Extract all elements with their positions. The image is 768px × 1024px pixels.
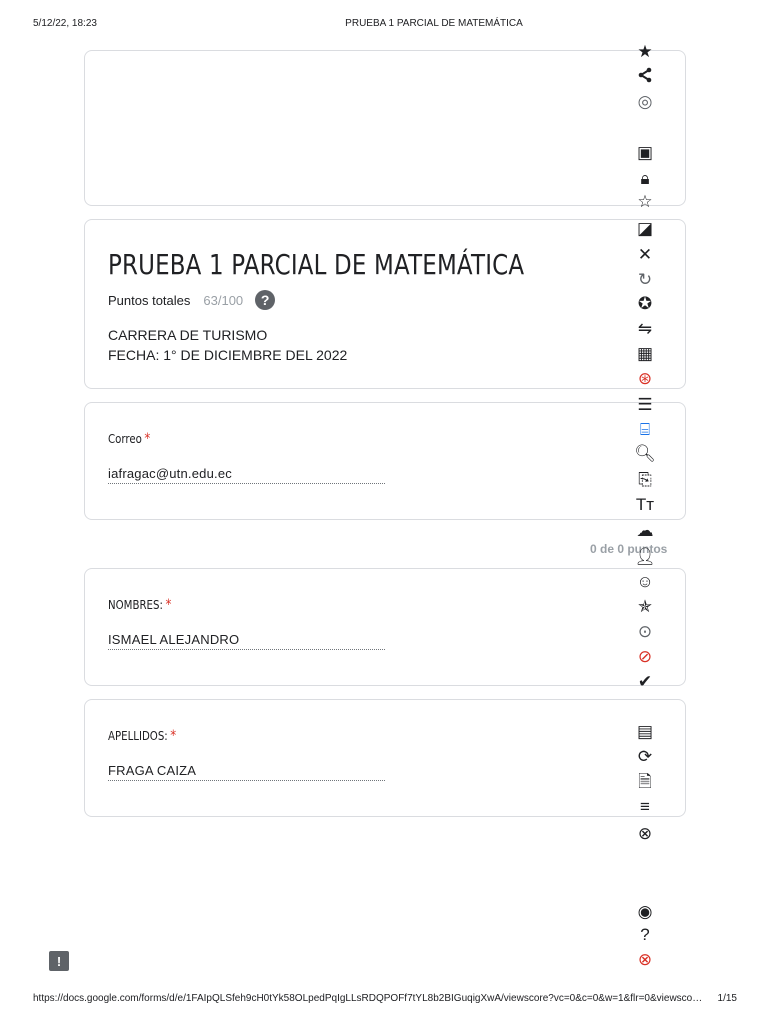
form-title: PRUEBA 1 PARCIAL DE MATEMÁTICA bbox=[108, 248, 525, 281]
star-square-icon[interactable]: ✯ bbox=[634, 595, 656, 617]
text-size-icon[interactable]: Tт bbox=[634, 493, 656, 515]
login-icon[interactable]: ⎘ bbox=[634, 468, 656, 490]
fire-icon[interactable]: ◉ bbox=[634, 900, 656, 922]
form-description: CARRERA DE TURISMO FECHA: 1° DE DICIEMBR… bbox=[108, 325, 347, 365]
question-card-nombres: NOMBRES: * ISMAEL ALEJANDRO bbox=[84, 568, 686, 686]
print-page-number: 1/15 bbox=[717, 993, 737, 1004]
cloud-icon[interactable]: ☁ bbox=[634, 519, 656, 541]
list-icon[interactable]: ☰ bbox=[634, 393, 656, 415]
edit-box-icon[interactable]: ◪ bbox=[634, 217, 656, 239]
verified-icon[interactable]: ✔ bbox=[634, 670, 656, 692]
answer-nombres: ISMAEL ALEJANDRO bbox=[108, 632, 385, 650]
search-icon[interactable]: 🔍︎ bbox=[634, 442, 656, 464]
strikethrough-icon[interactable]: ≡ bbox=[634, 795, 656, 817]
clipboard-icon[interactable]: ▣ bbox=[634, 141, 656, 163]
share-icon[interactable] bbox=[634, 64, 656, 86]
question-label: NOMBRES: * bbox=[108, 597, 171, 613]
block-icon[interactable]: ⊗ bbox=[634, 948, 656, 970]
question-card-email: Correo * iafragac@utn.edu.ec bbox=[84, 402, 686, 520]
close-icon[interactable]: ✕ bbox=[634, 243, 656, 265]
eye-icon[interactable]: ◎ bbox=[634, 90, 656, 112]
question-label-text: NOMBRES: bbox=[108, 598, 163, 612]
question-label-text: Correo bbox=[108, 432, 142, 446]
question-card-apellidos: APELLIDOS: * FRAGA CAIZA bbox=[84, 699, 686, 817]
document-icon[interactable]: 🗎︎ bbox=[634, 770, 656, 792]
score-label: Puntos totales bbox=[108, 292, 191, 308]
required-asterisk: * bbox=[170, 728, 177, 744]
lock-icon[interactable]: 🔒︎ bbox=[634, 167, 656, 189]
star-outline-icon[interactable]: ☆ bbox=[634, 190, 656, 212]
puzzle-icon[interactable]: ✪ bbox=[634, 292, 656, 314]
sync-icon[interactable]: ⟳ bbox=[634, 745, 656, 767]
question-label-text: APELLIDOS: bbox=[108, 729, 168, 743]
question-label: APELLIDOS: * bbox=[108, 728, 176, 744]
answer-apellidos: FRAGA CAIZA bbox=[108, 763, 385, 781]
feedback-icon[interactable]: ! bbox=[49, 951, 69, 971]
refresh-icon[interactable]: ↻ bbox=[634, 268, 656, 290]
visibility-icon[interactable]: ⊙ bbox=[634, 620, 656, 642]
score-value: 63/100 bbox=[203, 292, 244, 308]
chart-icon[interactable]: ▦ bbox=[634, 342, 656, 364]
help-icon[interactable]: ? bbox=[255, 290, 276, 310]
print-title: PRUEBA 1 PARCIAL DE MATEMÁTICA bbox=[345, 18, 523, 29]
description-line: FECHA: 1° DE DICIEMBRE DEL 2022 bbox=[108, 347, 348, 363]
calendar-icon[interactable]: ▤ bbox=[634, 720, 656, 742]
visibility-off-icon[interactable]: ⊘ bbox=[634, 645, 656, 667]
header-banner-card bbox=[84, 50, 686, 206]
help-outline-icon[interactable]: ? bbox=[634, 923, 656, 945]
scan-icon[interactable]: ⌸ bbox=[634, 418, 656, 440]
star-filled-icon[interactable]: ★ bbox=[634, 40, 656, 62]
link-off-icon[interactable]: ⊗ bbox=[634, 822, 656, 844]
asterisk-circle-icon[interactable]: ⊛ bbox=[634, 367, 656, 389]
description-line: CARRERA DE TURISMO bbox=[108, 327, 268, 343]
person-icon[interactable]: 👤︎ bbox=[634, 545, 656, 567]
required-asterisk: * bbox=[165, 597, 172, 613]
emoji-icon[interactable]: ☺ bbox=[634, 570, 656, 592]
score-row: Puntos totales 63/100 ? bbox=[108, 290, 276, 310]
question-label: Correo * bbox=[108, 431, 150, 447]
answer-email: iafragac@utn.edu.ec bbox=[108, 466, 385, 484]
form-header-card: PRUEBA 1 PARCIAL DE MATEMÁTICA Puntos to… bbox=[84, 219, 686, 389]
swap-icon[interactable]: ⇋ bbox=[634, 317, 656, 339]
required-asterisk: * bbox=[144, 431, 151, 447]
print-url: https://docs.google.com/forms/d/e/1FAIpQ… bbox=[33, 993, 703, 1004]
